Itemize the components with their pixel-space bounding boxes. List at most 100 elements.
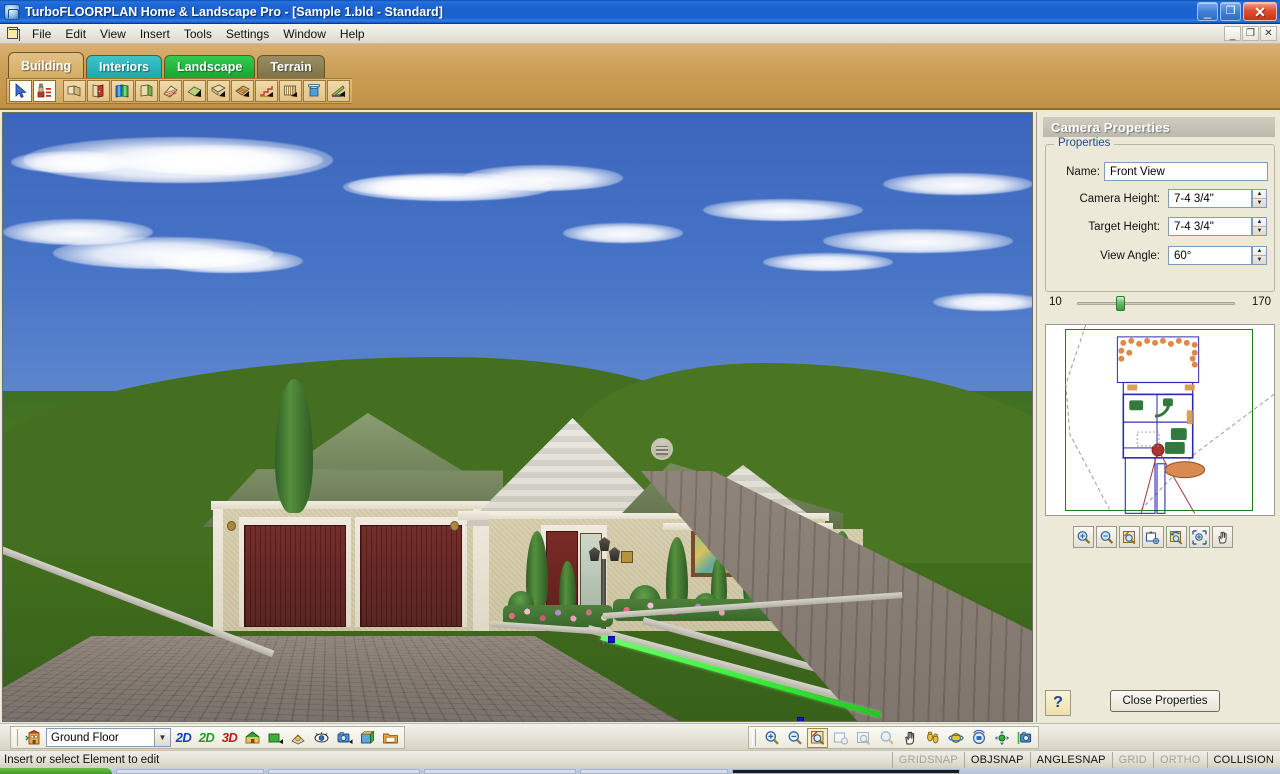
stepper-up-icon[interactable]: ▲ [1253, 247, 1266, 256]
wall-tool[interactable] [63, 80, 86, 102]
render-view-button[interactable] [265, 728, 286, 748]
view-angle-stepper[interactable]: ▲ ▼ [1252, 246, 1267, 265]
taskbar-item[interactable] [580, 769, 728, 774]
status-flag-anglesnap[interactable]: ANGLESNAP [1029, 751, 1112, 768]
menu-settings[interactable]: Settings [219, 25, 276, 43]
stepper-up-icon[interactable]: ▲ [1253, 190, 1266, 199]
nav-zoom-in-button[interactable] [761, 728, 782, 748]
stepper-down-icon[interactable]: ▼ [1253, 199, 1266, 207]
mdi-restore-button[interactable]: ❐ [1242, 26, 1259, 41]
railing-tool[interactable] [279, 80, 302, 102]
nav-pan-button[interactable] [899, 728, 920, 748]
menu-tools[interactable]: Tools [177, 25, 219, 43]
taskbar-item-active[interactable] [732, 769, 960, 774]
stepper-up-icon[interactable]: ▲ [1253, 218, 1266, 227]
column-tool[interactable] [303, 80, 326, 102]
ceiling-tool[interactable] [207, 80, 230, 102]
tab-building[interactable]: Building [8, 52, 84, 78]
nav-camera-snapshot-button[interactable] [1014, 728, 1035, 748]
floorplan-minimap[interactable] [1045, 324, 1275, 516]
view-angle-input[interactable]: 60° [1168, 246, 1252, 265]
group-legend: Properties [1054, 137, 1115, 149]
elevation-view-button[interactable] [242, 728, 263, 748]
view-3d-button[interactable]: 3D [219, 728, 240, 748]
nav-turn-head-button[interactable] [968, 728, 989, 748]
deck-tool[interactable] [231, 80, 254, 102]
window-tool[interactable] [111, 80, 134, 102]
light-view-button[interactable] [288, 728, 309, 748]
help-button[interactable]: ? [1045, 690, 1071, 716]
minimap-zoom-window-button[interactable] [1119, 526, 1141, 548]
menu-edit[interactable]: Edit [58, 25, 93, 43]
window-minimize-button[interactable]: _ [1197, 2, 1218, 21]
mdi-close-button[interactable]: ✕ [1260, 26, 1277, 41]
building-floor-icon[interactable] [23, 728, 44, 748]
paint-brush-tool[interactable] [33, 80, 56, 102]
menu-file[interactable]: File [25, 25, 58, 43]
selection-handle-start[interactable] [608, 636, 615, 643]
floor-selector[interactable]: Ground Floor ▼ [46, 728, 171, 747]
render-square-icon [268, 733, 283, 744]
status-flag-collision[interactable]: COLLISION [1206, 751, 1280, 768]
start-button[interactable] [0, 768, 112, 774]
slider-track[interactable] [1077, 302, 1235, 305]
target-height-input[interactable]: 7-4 3/4" [1168, 217, 1252, 236]
nav-move-camera-button[interactable] [991, 728, 1012, 748]
nav-walk-button[interactable] [922, 728, 943, 748]
taskbar-item[interactable] [424, 769, 576, 774]
status-flag-gridsnap[interactable]: GRIDSNAP [891, 751, 964, 768]
minimap-zoom-previous-button[interactable] [1165, 526, 1187, 548]
slider-thumb[interactable] [1116, 296, 1125, 311]
ribbon-tabstrip: Building Interiors Landscape Terrain [0, 44, 1280, 110]
status-flag-ortho[interactable]: ORTHO [1152, 751, 1207, 768]
opening-tool[interactable] [135, 80, 158, 102]
chevron-down-icon[interactable]: ▼ [154, 729, 170, 746]
menu-view[interactable]: View [93, 25, 133, 43]
3d-viewport[interactable] [2, 112, 1033, 722]
view-angle-slider[interactable]: 10 170 [1049, 294, 1271, 312]
toolbar-grip[interactable] [752, 729, 756, 746]
taskbar-item[interactable] [116, 769, 264, 774]
window-close-button[interactable]: ✕ [1243, 2, 1277, 21]
taskbar-item[interactable] [268, 769, 420, 774]
tab-terrain[interactable]: Terrain [257, 55, 325, 78]
toolbar-grip[interactable] [14, 729, 18, 746]
walkthrough-eye-button[interactable] [311, 728, 332, 748]
camera-height-input[interactable]: 7-4 3/4" [1168, 189, 1252, 208]
stair-tool[interactable] [255, 80, 278, 102]
nav-zoom-out-button[interactable] [784, 728, 805, 748]
status-flag-objsnap[interactable]: OBJSNAP [963, 751, 1030, 768]
stepper-down-icon[interactable]: ▼ [1253, 256, 1266, 264]
menu-insert[interactable]: Insert [133, 25, 177, 43]
target-height-stepper[interactable]: ▲ ▼ [1252, 217, 1267, 236]
select-arrow-tool[interactable] [9, 80, 32, 102]
camera-view-button[interactable] [334, 728, 355, 748]
roof-tool[interactable] [159, 80, 182, 102]
tab-landscape[interactable]: Landscape [164, 55, 256, 78]
tab-interiors[interactable]: Interiors [86, 55, 163, 78]
minimap-zoom-selection-button[interactable] [1188, 526, 1210, 548]
minimap-pan-button[interactable] [1211, 526, 1233, 548]
close-properties-button[interactable]: Close Properties [1110, 690, 1220, 712]
nav-zoom-window-button[interactable] [807, 727, 828, 748]
status-flag-grid[interactable]: GRID [1111, 751, 1153, 768]
door-tool[interactable] [87, 80, 110, 102]
ramp-tool[interactable] [327, 80, 350, 102]
selection-handle-end[interactable] [797, 717, 804, 721]
3d-model-view-button[interactable] [357, 728, 378, 748]
minimap-zoom-extents-button[interactable] [1142, 526, 1164, 548]
mdi-minimize-button[interactable]: _ [1224, 26, 1241, 41]
menu-window[interactable]: Window [276, 25, 333, 43]
nav-orbit-button[interactable] [945, 728, 966, 748]
minimap-zoom-out-button[interactable] [1096, 526, 1118, 548]
name-input[interactable]: Front View [1104, 162, 1268, 181]
minimap-zoom-in-button[interactable] [1073, 526, 1095, 548]
floor-tool[interactable] [183, 80, 206, 102]
window-restore-button[interactable]: ❐ [1220, 2, 1241, 21]
menu-help[interactable]: Help [333, 25, 372, 43]
open-folder-button[interactable] [380, 728, 401, 748]
camera-height-stepper[interactable]: ▲ ▼ [1252, 189, 1267, 208]
view-2d-shaded-button[interactable]: 2D [196, 728, 217, 748]
stepper-down-icon[interactable]: ▼ [1253, 227, 1266, 235]
view-2d-plan-button[interactable]: 2D [173, 728, 194, 748]
